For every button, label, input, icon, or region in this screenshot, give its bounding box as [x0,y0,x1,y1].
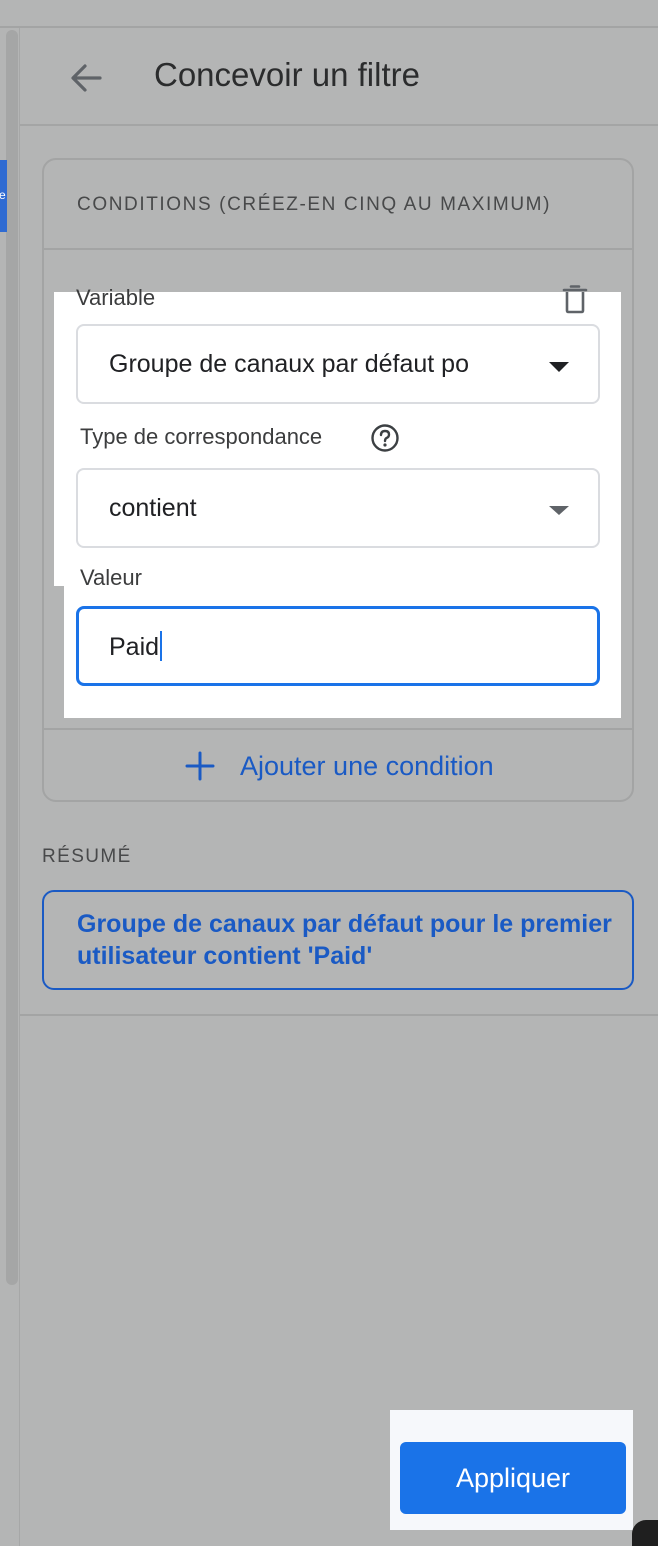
add-condition-label: Ajouter une condition [240,750,494,781]
add-condition-button[interactable]: Ajouter une condition [184,740,494,792]
variable-select-value: Groupe de canaux par défaut po [109,350,469,378]
text-cursor [160,631,163,661]
chevron-down-icon [549,362,569,372]
card-divider [44,728,632,730]
chevron-down-icon [549,506,569,515]
left-scrollbar[interactable] [6,30,18,1285]
match-type-label: Type de correspondance [80,424,323,449]
arrow-left-icon [71,64,102,92]
page-title: Concevoir un filtre [154,56,420,93]
value-label: Valeur [80,565,142,590]
side-tab-glyph: e [0,188,6,202]
conditions-header: CONDITIONS (CRÉEZ-EN CINQ AU MAXIMUM) [44,160,632,250]
trash-icon [562,285,588,314]
summary-label: RÉSUMÉ [42,846,132,867]
apply-button-label: Appliquer [455,1462,571,1493]
variable-label: Variable [76,285,156,310]
panel-divider [19,28,20,1546]
value-input[interactable]: Paid [76,606,600,686]
panel-header: Concevoir un filtre [20,28,658,126]
back-button[interactable] [66,58,106,98]
help-circle-icon[interactable] [370,423,400,453]
match-type-select[interactable]: contient [76,468,600,548]
plus-icon [185,751,215,781]
summary-divider [20,1014,658,1016]
side-tab[interactable]: e [0,160,7,232]
delete-condition-button[interactable] [562,284,588,314]
summary-text: Groupe de canaux par défaut pour le prem… [77,910,612,970]
corner-widget[interactable] [632,1520,658,1546]
conditions-header-label: CONDITIONS (CRÉEZ-EN CINQ AU MAXIMUM) [77,194,552,215]
summary-box: Groupe de canaux par défaut pour le prem… [42,890,634,990]
variable-select[interactable]: Groupe de canaux par défaut po [76,324,600,404]
apply-button[interactable]: Appliquer [400,1442,626,1514]
value-input-text: Paid [109,631,163,662]
match-type-select-value: contient [109,494,197,522]
